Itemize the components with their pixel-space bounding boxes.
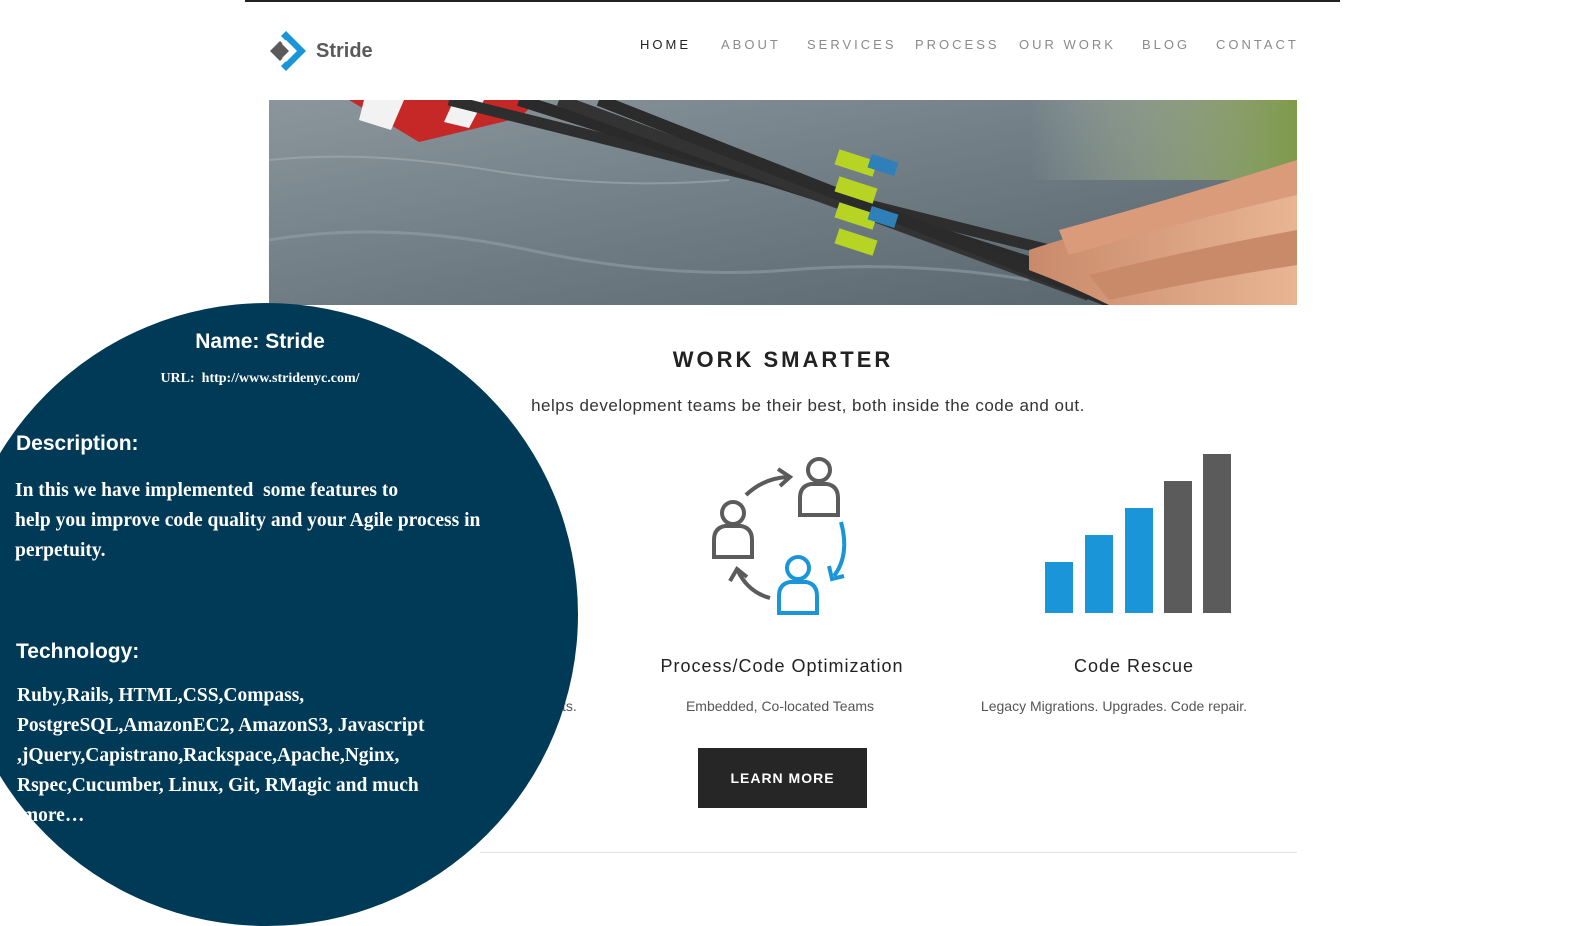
process-cycle-icon: [712, 457, 847, 615]
arrow-right-icon: [827, 521, 847, 582]
card-subtitle-code-rescue: Legacy Migrations. Upgrades. Code repair…: [980, 698, 1248, 714]
overlay-technology-line: Ruby,Rails, HTML,CSS,Compass,: [17, 685, 305, 706]
nav-our-work[interactable]: OUR WORK: [1019, 37, 1116, 52]
overlay-technology-line: more…: [17, 805, 85, 826]
card-title-code-rescue: Code Rescue: [1073, 656, 1195, 676]
overlay-technology-heading: Technology:: [16, 640, 140, 663]
person-top-icon: [798, 457, 840, 517]
overlay-technology-line: PostgreSQL,AmazonEC2, AmazonS3, Javascri…: [17, 715, 425, 736]
arrow-top-icon: [744, 467, 794, 497]
arrow-bottom-icon: [728, 565, 771, 600]
nav-about[interactable]: ABOUT: [721, 37, 781, 52]
learn-more-button[interactable]: LEARN MORE: [698, 748, 867, 808]
overlay-description-heading: Description:: [16, 432, 139, 455]
card-title-process: Process/Code Optimization: [660, 656, 904, 676]
overlay-technology-line: ,jQuery,Capistrano,Rackspace,Apache,Ngin…: [17, 745, 400, 766]
overlay-description-line: In this we have implemented some feature…: [15, 480, 399, 501]
overlay-description-line: perpetuity.: [15, 540, 106, 561]
bar-chart-icon: [1045, 454, 1231, 613]
nav-process[interactable]: PROCESS: [915, 37, 1000, 52]
card-subtitle-process: Embedded, Co-located Teams: [685, 698, 875, 714]
section-divider: [480, 852, 1297, 853]
hero-image: [269, 100, 1297, 305]
top-border: [245, 0, 1340, 2]
overlay-technology-line: Rspec,Cucumber, Linux, Git, RMagic and m…: [17, 775, 419, 796]
overlay-url: URL: http://www.stridenyc.com/: [160, 371, 360, 386]
nav-blog[interactable]: BLOG: [1142, 37, 1190, 52]
nav-home[interactable]: HOME: [640, 37, 691, 52]
main-nav: HOME ABOUT SERVICES PROCESS OUR WORK BLO…: [0, 37, 1296, 57]
overlay-name: Name: Stride: [195, 330, 325, 353]
nav-contact[interactable]: CONTACT: [1216, 37, 1299, 52]
nav-services[interactable]: SERVICES: [807, 37, 897, 52]
person-left-icon: [712, 500, 754, 559]
overlay-description-line: help you improve code quality and your A…: [15, 510, 481, 531]
person-bottom-icon: [777, 555, 819, 615]
